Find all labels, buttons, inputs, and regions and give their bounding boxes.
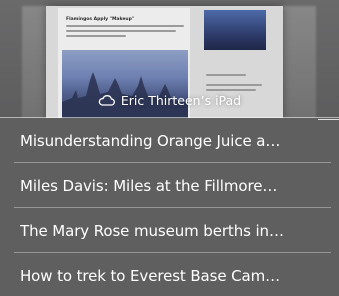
thumbnail-text-line [66,30,176,32]
tab-title: Misunderstanding Orange Juice a… [20,131,281,150]
tab-list-item[interactable]: Miles Davis: Miles at the Fillmore… [0,163,339,208]
cloud-icon [98,95,115,106]
browser-preview[interactable]: Flamingos Apply "Makeup" Eric Thirteen’s… [0,0,339,118]
icloud-tabs-screen: Flamingos Apply "Makeup" Eric Thirteen’s… [0,0,339,296]
thumbnail-text-line [66,35,126,37]
thumbnail-title: Flamingos Apply "Makeup" [66,17,135,22]
thumbnail-text-line [66,25,184,27]
tab-list-item[interactable]: Misunderstanding Orange Juice a… [0,118,339,163]
tab-title: The Mary Rose museum berths in… [20,221,284,240]
tab-list-item[interactable]: The Mary Rose museum berths in… [0,208,339,253]
tab-title: Miles Davis: Miles at the Fillmore… [20,176,278,195]
tab-list: Misunderstanding Orange Juice a… Miles D… [0,118,339,296]
tab-list-item[interactable]: How to trek to Everest Base Cam… [0,253,339,296]
thumbnail-sidebar-line [206,74,246,76]
tab-title: How to trek to Everest Base Cam… [20,266,281,285]
device-header: Eric Thirteen’s iPad [0,86,339,114]
device-name: Eric Thirteen’s iPad [120,92,242,108]
thumbnail-sidebar-photo [204,10,266,50]
